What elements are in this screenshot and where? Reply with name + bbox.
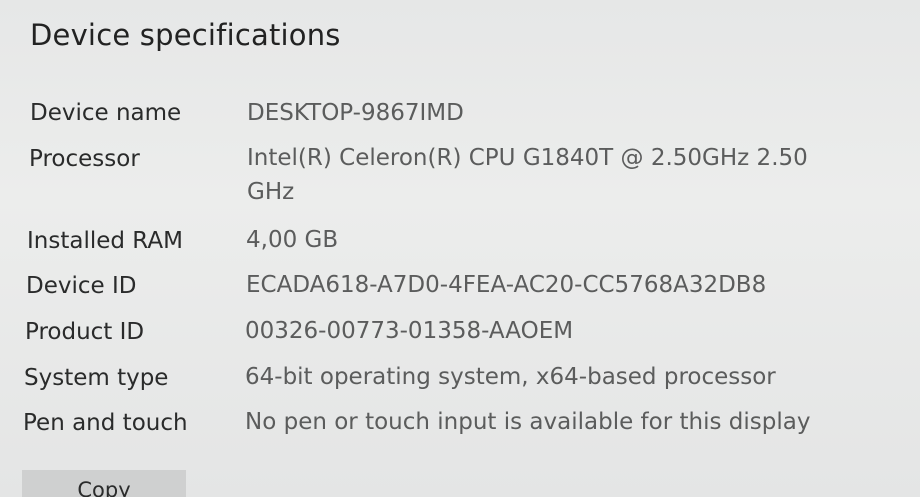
spec-label: Device name bbox=[30, 100, 182, 126]
copy-button[interactable]: Copy bbox=[22, 470, 186, 497]
spec-label: Device ID bbox=[26, 273, 137, 299]
spec-value[interactable]: 4,00 GB bbox=[246, 223, 846, 257]
device-specifications-panel: Device specifications Device name DESKTO… bbox=[0, 0, 920, 497]
spec-value[interactable]: Intel(R) Celeron(R) CPU G1840T @ 2.50GHz… bbox=[247, 141, 837, 209]
spec-label: Product ID bbox=[25, 319, 145, 345]
spec-label: Pen and touch bbox=[23, 410, 188, 436]
spec-value[interactable]: 64-bit operating system, x64-based proce… bbox=[245, 360, 845, 394]
spec-value[interactable]: No pen or touch input is available for t… bbox=[245, 405, 885, 439]
spec-label: System type bbox=[24, 365, 169, 391]
spec-value[interactable]: DESKTOP-9867IMD bbox=[247, 96, 847, 130]
spec-value[interactable]: 00326-00773-01358-AAOEM bbox=[245, 314, 845, 348]
section-title: Device specifications bbox=[30, 18, 341, 52]
spec-label: Processor bbox=[29, 146, 140, 172]
spec-label: Installed RAM bbox=[27, 228, 183, 254]
spec-value[interactable]: ECADA618-A7D0-4FEA-AC20-CC5768A32DB8 bbox=[246, 268, 866, 302]
